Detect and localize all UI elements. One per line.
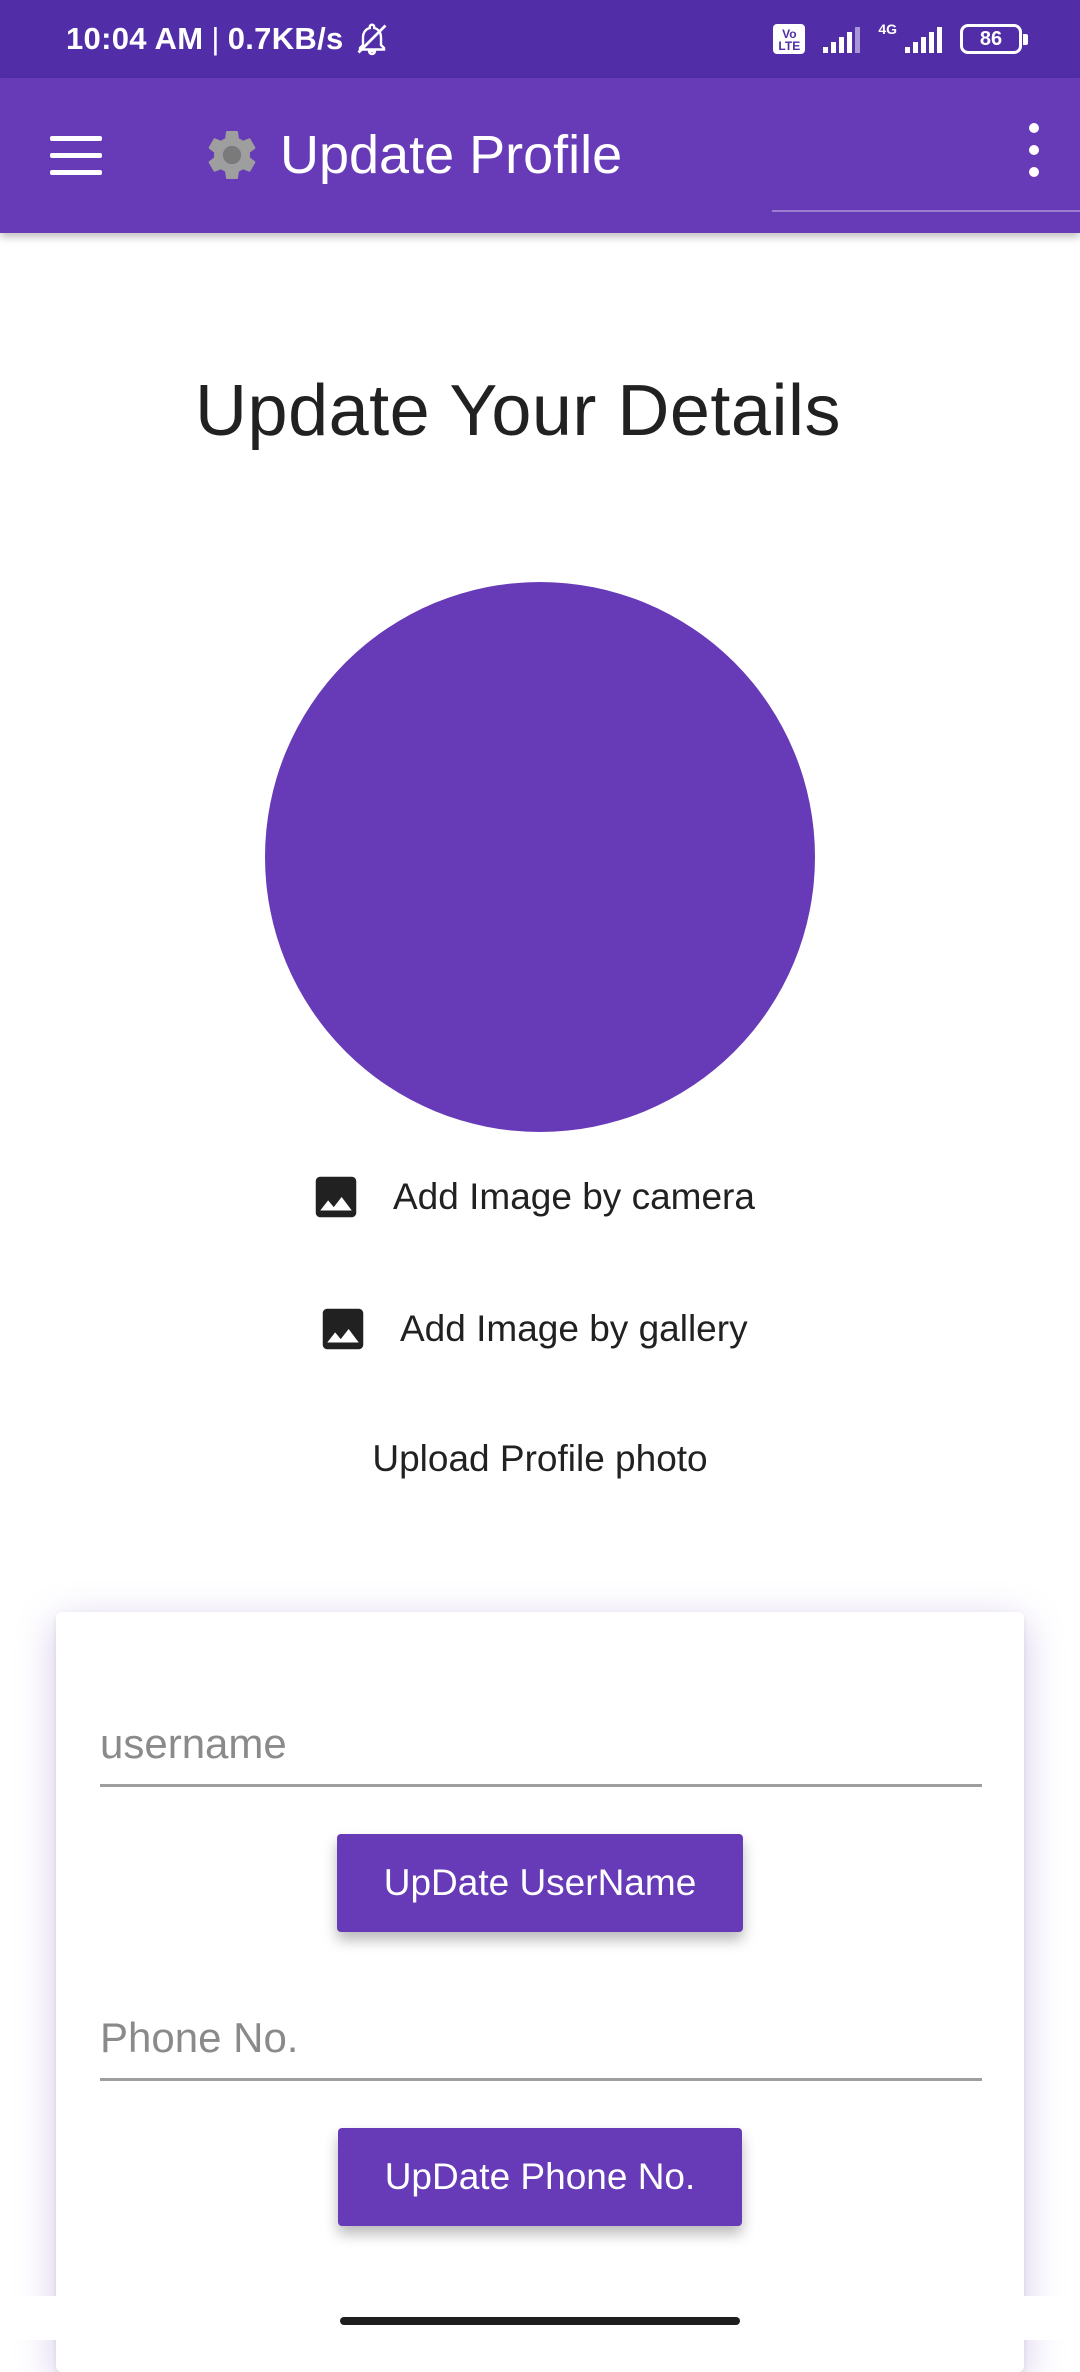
username-input[interactable] — [100, 1704, 982, 1787]
add-image-camera-label: Add Image by camera — [393, 1176, 755, 1217]
signal-icon-1 — [823, 25, 861, 53]
network-type: 4G — [878, 21, 897, 37]
status-bar: 10:04 AM | 0.7KB/s Vo LTE 4G 86 — [0, 0, 1080, 78]
volte-icon: Vo LTE — [773, 24, 806, 54]
update-form-card: UpDate UserName UpDate Phone No. — [56, 1612, 1024, 2372]
volte-line2: LTE — [778, 39, 801, 53]
gear-icon — [208, 131, 256, 179]
home-indicator[interactable] — [340, 2317, 740, 2325]
status-separator: | — [211, 21, 220, 56]
battery-level: 86 — [979, 27, 1003, 50]
upload-row: Upload Profile photo — [0, 1438, 1080, 1480]
navigation-bar — [0, 2296, 1080, 2340]
page-heading: Update Your Details — [0, 370, 1080, 452]
status-time: 10:04 AM — [66, 21, 204, 56]
add-image-camera-button[interactable]: Add Image by camera — [309, 1170, 755, 1224]
signal-icon-2 — [905, 25, 942, 53]
page-heading-text: Update Your Details — [195, 371, 841, 451]
profile-avatar — [265, 582, 815, 1132]
menu-icon[interactable] — [50, 136, 102, 176]
app-title: Update Profile — [280, 125, 623, 185]
status-left: 10:04 AM | 0.7KB/s — [66, 0, 392, 78]
phone-input[interactable] — [100, 1998, 982, 2081]
image-icon — [315, 1176, 357, 1218]
more-vert-icon[interactable] — [1016, 123, 1052, 183]
upload-profile-photo-button[interactable]: Upload Profile photo — [372, 1438, 707, 1479]
update-phone-button[interactable]: UpDate Phone No. — [338, 2128, 742, 2226]
mute-bell-icon — [357, 23, 387, 56]
update-username-button[interactable]: UpDate UserName — [337, 1834, 743, 1932]
battery-icon: 86 — [960, 24, 1028, 54]
app-bar: Update Profile — [0, 78, 1080, 233]
image-icon — [322, 1308, 364, 1350]
appbar-divider — [772, 210, 1080, 212]
status-right: Vo LTE 4G 86 — [773, 0, 1028, 78]
add-image-gallery-button[interactable]: Add Image by gallery — [316, 1302, 748, 1356]
add-image-gallery-label: Add Image by gallery — [400, 1308, 748, 1349]
status-speed: 0.7KB/s — [227, 21, 344, 56]
